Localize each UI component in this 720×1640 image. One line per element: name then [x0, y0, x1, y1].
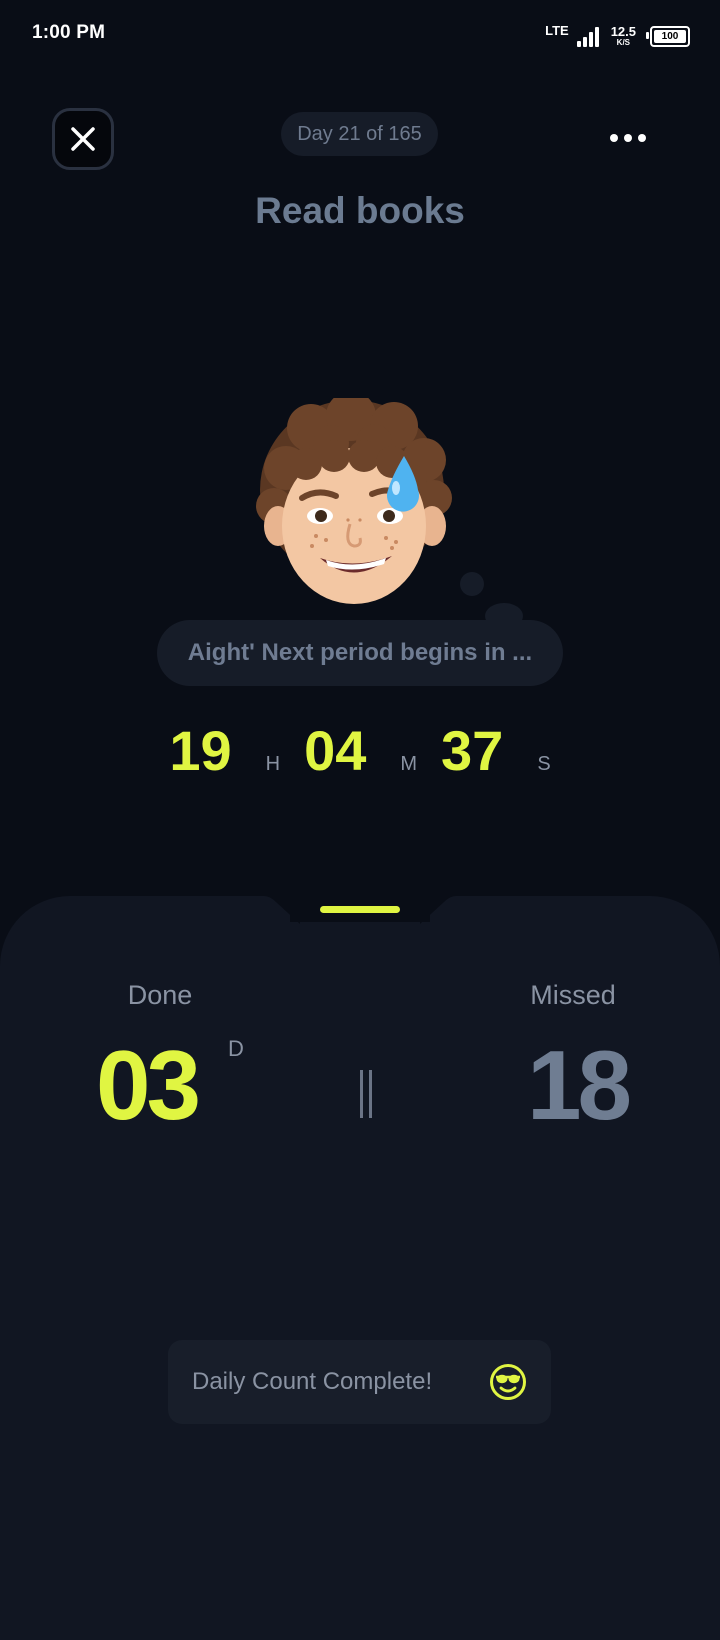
habit-title: Read books [255, 190, 465, 231]
missed-count: 18 [527, 1030, 632, 1140]
signal-icon [576, 25, 599, 47]
done-count: 03 [96, 1030, 201, 1140]
speed-unit: K/S [616, 38, 631, 47]
more-horizontal-icon [610, 134, 618, 142]
timer-seconds: 37 [441, 719, 504, 782]
network-speed: 12.5 K/S [611, 25, 636, 47]
countdown-timer: 19 H 04 M 37 S [0, 718, 720, 783]
daily-complete-text: Daily Count Complete! [192, 1368, 433, 1395]
thought-bubble-dot [460, 572, 484, 596]
daily-complete-banner: Daily Count Complete! [168, 1340, 551, 1424]
network-type: LTE [545, 22, 569, 38]
done-label: Done [127, 980, 193, 1010]
close-icon [71, 127, 95, 151]
stats-divider [360, 1070, 372, 1118]
timer-minutes-unit: M [400, 753, 418, 775]
timer-hours-unit: H [265, 753, 281, 775]
battery-level: 100 [661, 30, 679, 42]
status-message: Aight' Next period begins in ... [157, 620, 563, 686]
timer-minutes: 04 [304, 719, 367, 782]
close-button[interactable] [52, 108, 114, 170]
missed-label: Missed [530, 980, 616, 1010]
sunglasses-smiley-icon [490, 1364, 526, 1400]
sheet-drag-handle[interactable] [320, 906, 400, 913]
speed-value: 12.5 [610, 24, 636, 39]
done-unit: D [228, 1036, 244, 1061]
timer-hours: 19 [169, 719, 232, 782]
battery-icon: 100 [646, 25, 690, 47]
day-progress-pill: Day 21 of 165 [281, 112, 438, 156]
timer-seconds-unit: S [537, 753, 551, 775]
status-icons: LTE 12.5 K/S 100 [545, 22, 690, 50]
more-options-button[interactable] [604, 124, 652, 152]
status-time: 1:00 PM [32, 22, 106, 43]
memoji-sweat-smile-icon [256, 398, 452, 604]
